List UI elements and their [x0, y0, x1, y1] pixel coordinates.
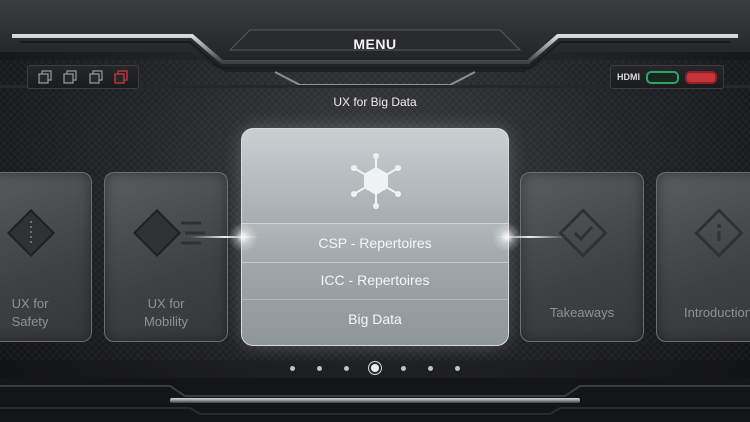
- layers-icon[interactable]: [89, 70, 103, 84]
- window-icons-group: [27, 65, 139, 89]
- card-label: Introduction: [684, 305, 750, 320]
- diamond-icon: [6, 208, 56, 258]
- page-dot[interactable]: [455, 365, 460, 371]
- glow-spark-right: [492, 222, 522, 252]
- layers-icon[interactable]: [63, 70, 77, 84]
- page-title: MENU: [353, 36, 397, 52]
- page-dot[interactable]: [317, 365, 322, 371]
- card-label-line1: UX for: [11, 296, 49, 311]
- pagination-dots: [290, 362, 460, 374]
- card-ux-for-safety[interactable]: UX for Safety: [0, 172, 92, 342]
- card-label: Takeaways: [549, 305, 615, 320]
- diamond-info-icon: [694, 208, 744, 258]
- card-label-line1: UX for: [147, 296, 185, 311]
- layers-active-icon[interactable]: [114, 70, 128, 84]
- card-ux-for-mobility[interactable]: UX for Mobility: [104, 172, 228, 342]
- card-ux-for-big-data[interactable]: CSP - Repertoires ICC - Repertoires Big …: [241, 128, 509, 346]
- hdmi-label: HDMI: [617, 72, 640, 82]
- page-dot[interactable]: [344, 365, 349, 371]
- bottom-frame: [0, 378, 750, 422]
- page-dot[interactable]: [290, 365, 295, 371]
- diamond-check-icon: [558, 208, 608, 258]
- page-dot[interactable]: [401, 365, 406, 371]
- menu-item-icc-repertoires[interactable]: ICC - Repertoires: [242, 261, 508, 300]
- page-dot-active[interactable]: [371, 364, 379, 372]
- menu-item-big-data[interactable]: Big Data: [242, 300, 508, 338]
- page-dot[interactable]: [428, 365, 433, 371]
- hdmi-status: HDMI: [610, 65, 724, 89]
- layers-icon[interactable]: [38, 70, 52, 84]
- menu-item-csp-repertoires[interactable]: CSP - Repertoires: [242, 223, 508, 263]
- card-label-line2: Mobility: [143, 314, 189, 329]
- card-introduction[interactable]: Introduction: [656, 172, 750, 342]
- hexagon-network-icon: [351, 153, 401, 209]
- glow-spark-left: [228, 222, 258, 252]
- diamond-lines-icon: [132, 208, 205, 258]
- card-label-line2: Safety: [11, 314, 49, 329]
- hdmi-port-red-icon: [684, 70, 717, 84]
- hdmi-port-green-icon: [646, 70, 679, 84]
- card-label: UX for Mobility: [105, 295, 227, 331]
- card-label: UX for Safety: [0, 295, 91, 331]
- card-takeaways[interactable]: Takeaways: [520, 172, 644, 342]
- top-frame: [0, 0, 750, 88]
- section-subtitle: UX for Big Data: [333, 95, 417, 109]
